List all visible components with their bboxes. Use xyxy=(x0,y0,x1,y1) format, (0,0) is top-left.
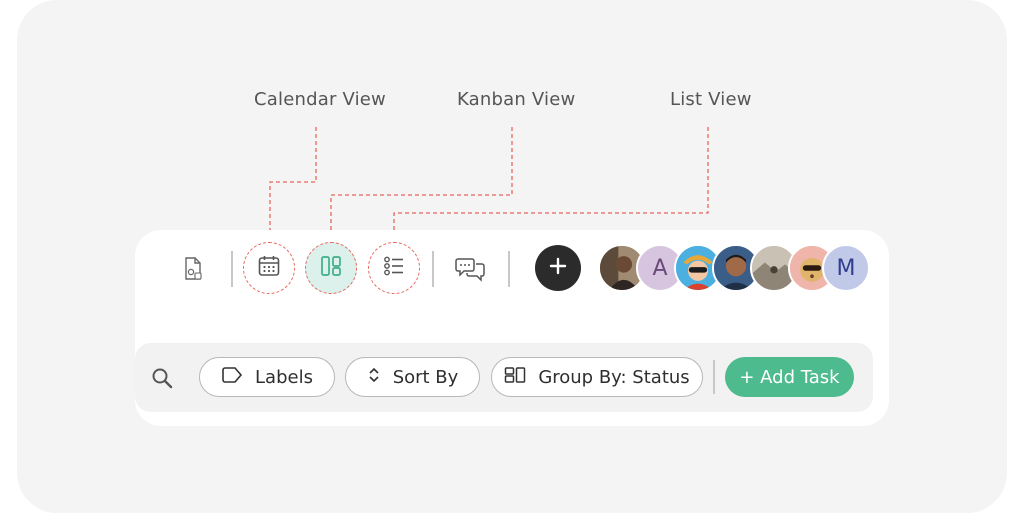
add-task-button[interactable]: + Add Task xyxy=(725,357,854,397)
search-icon[interactable] xyxy=(150,366,174,390)
calendar-view-button[interactable] xyxy=(243,242,295,294)
document-icon[interactable] xyxy=(180,255,206,283)
add-member-button[interactable] xyxy=(535,245,581,291)
sort-chevrons-icon xyxy=(367,366,381,389)
calendar-icon xyxy=(257,254,281,283)
chat-icon[interactable] xyxy=(454,253,486,285)
kanban-icon xyxy=(319,254,343,283)
label-tag-icon xyxy=(221,366,243,388)
sort-by-button[interactable]: Sort By xyxy=(345,357,480,397)
group-by-button[interactable]: Group By: Status xyxy=(491,357,703,397)
labels-button[interactable]: Labels xyxy=(199,357,335,397)
calendar-view-callout: Calendar View xyxy=(254,89,386,110)
list-view-callout: List View xyxy=(670,89,752,110)
divider xyxy=(713,360,715,394)
kanban-view-button[interactable] xyxy=(305,242,357,294)
list-icon xyxy=(382,254,406,283)
sort-by-button-label: Sort By xyxy=(392,366,459,388)
divider xyxy=(508,251,510,287)
avatar-initial: A xyxy=(652,255,668,281)
plus-icon xyxy=(549,257,567,280)
divider xyxy=(231,251,233,287)
avatar-initial: M xyxy=(836,255,856,281)
labels-button-label: Labels xyxy=(255,366,313,388)
kanban-view-callout: Kanban View xyxy=(457,89,576,110)
divider xyxy=(432,251,434,287)
avatar[interactable]: M xyxy=(822,244,870,292)
group-layout-icon xyxy=(504,366,526,389)
group-by-button-label: Group By: Status xyxy=(538,366,690,388)
list-view-button[interactable] xyxy=(368,242,420,294)
